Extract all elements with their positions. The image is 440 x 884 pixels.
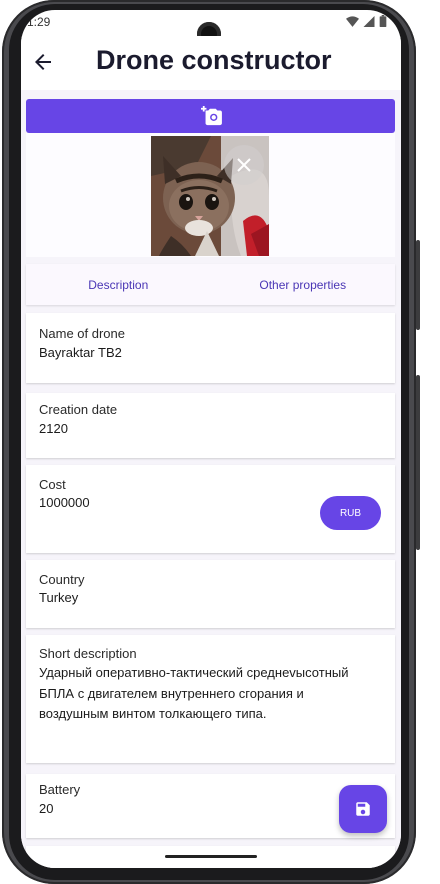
phone-volume-button (416, 375, 420, 550)
add-photo-button[interactable] (26, 99, 395, 133)
creation-date-field[interactable]: Creation date 2120 (26, 393, 395, 458)
wifi-icon (346, 15, 359, 27)
phone-side-button (416, 240, 420, 330)
creation-date-label: Creation date (39, 402, 118, 417)
battery-value: 20 (39, 801, 54, 816)
battery-label: Battery (39, 782, 81, 797)
save-button[interactable] (339, 785, 387, 833)
short-description-label: Short description (39, 646, 137, 661)
save-icon (356, 802, 370, 816)
currency-button[interactable]: RUB (320, 496, 381, 530)
remove-photo-button[interactable] (224, 145, 264, 185)
photo-card (26, 133, 395, 257)
tab-description[interactable]: Description (26, 264, 211, 305)
creation-date-value: 2120 (39, 421, 68, 436)
gesture-nav-bar[interactable] (165, 855, 257, 858)
name-field[interactable]: Name of drone Bayraktar TB2 (26, 313, 395, 383)
signal-icon (363, 15, 375, 27)
arrow-left-icon[interactable] (31, 50, 55, 74)
country-field[interactable]: Country Turkey (26, 560, 395, 628)
short-description-value: Ударный оперативно-тактический среднevыс… (39, 665, 349, 721)
app-bar: Drone constructor (21, 36, 401, 90)
close-icon (237, 158, 251, 172)
add-a-photo-icon (200, 106, 222, 126)
country-value: Turkey (39, 590, 79, 605)
status-icons (346, 15, 387, 27)
cost-field[interactable]: Cost 1000000 RUB (26, 465, 395, 553)
name-label: Name of drone (39, 326, 125, 341)
app-screen: 1:29 Drone constructor Description Other… (21, 10, 401, 868)
cost-label: Cost (39, 477, 66, 492)
tab-bar: Description Other properties (26, 264, 395, 305)
status-time: 1:29 (27, 15, 51, 29)
country-label: Country (39, 572, 85, 587)
form-content: Description Other properties Name of dro… (21, 90, 401, 868)
name-value: Bayraktar TB2 (39, 345, 122, 360)
tab-other-properties[interactable]: Other properties (211, 264, 396, 305)
cost-value: 1000000 (39, 495, 90, 510)
battery-icon (379, 15, 387, 27)
page-title: Drone constructor (96, 45, 332, 75)
short-description-field[interactable]: Short description Ударный оперативно-так… (26, 635, 395, 763)
